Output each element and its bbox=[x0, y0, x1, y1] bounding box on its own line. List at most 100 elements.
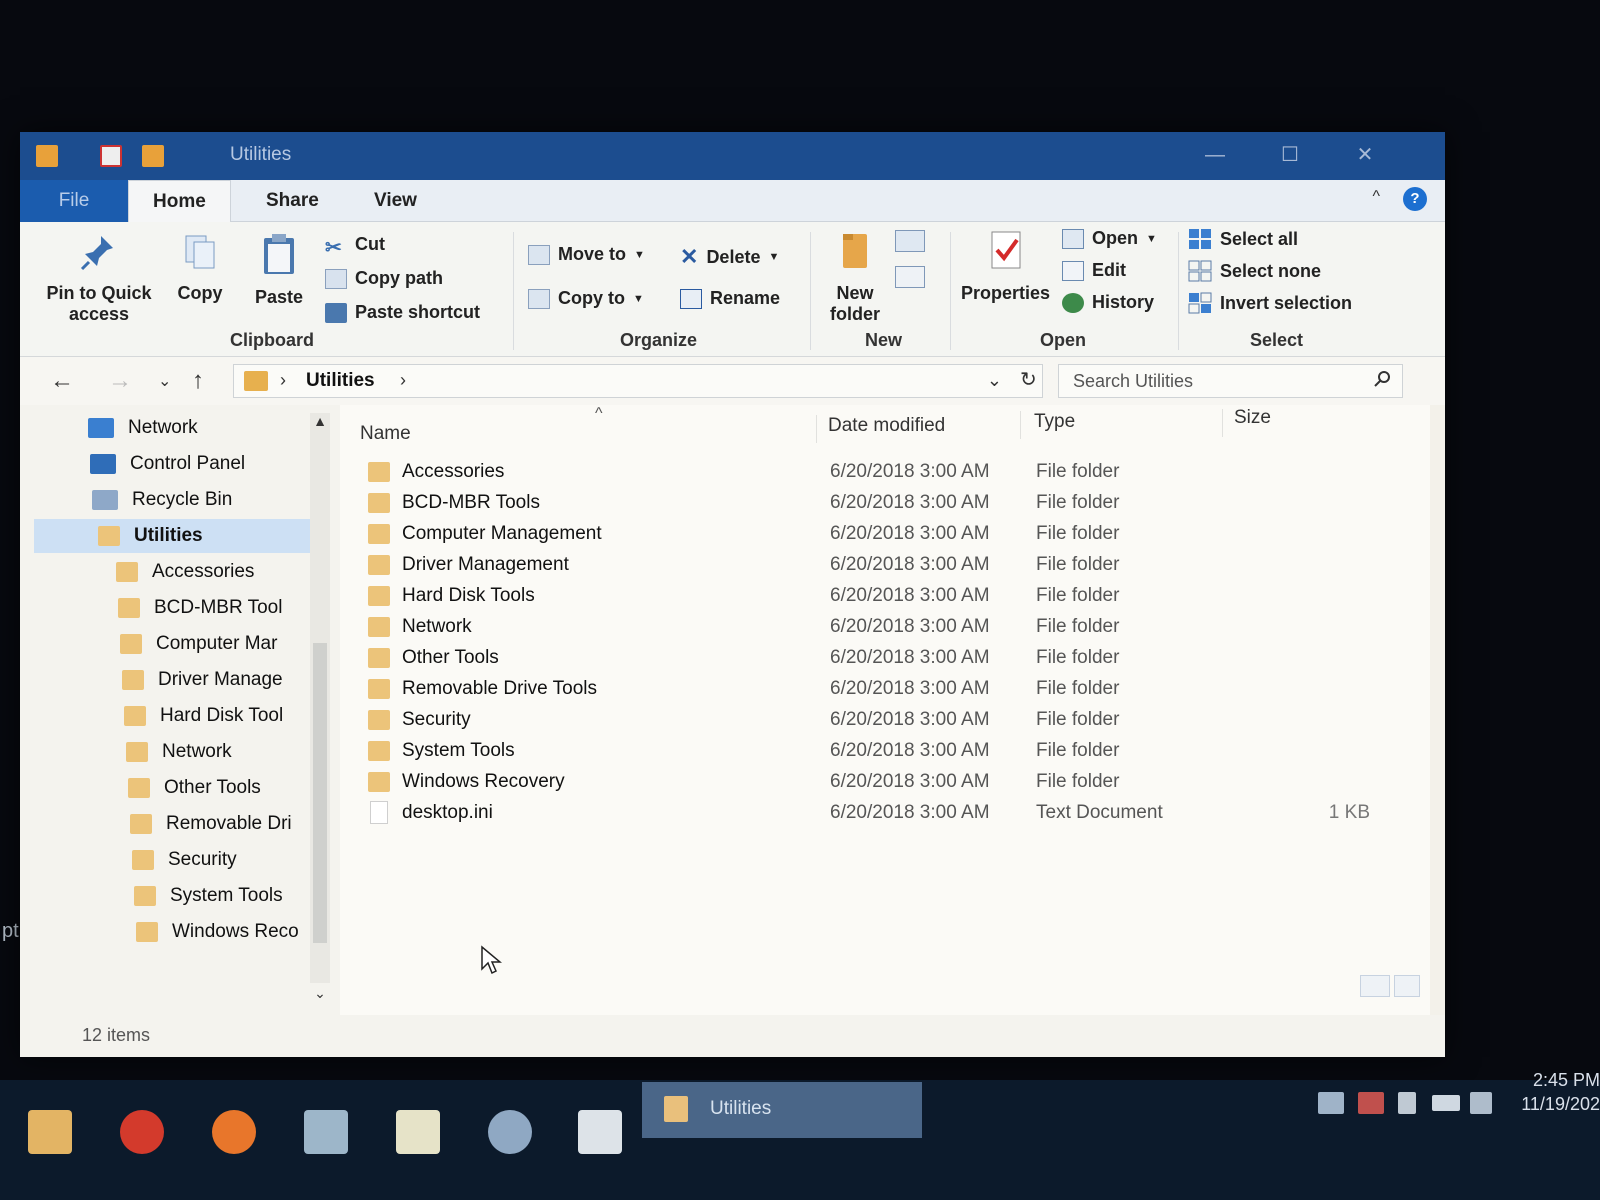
file-row[interactable]: Computer Management 6/20/2018 3:00 AM Fi… bbox=[340, 519, 1400, 549]
address-bar[interactable]: › Utilities › ⌄ bbox=[233, 364, 1043, 398]
snipping-tool-icon[interactable] bbox=[488, 1110, 532, 1154]
file-row[interactable]: Windows Recovery 6/20/2018 3:00 AM File … bbox=[340, 767, 1400, 797]
file-row[interactable]: Removable Drive Tools 6/20/2018 3:00 AM … bbox=[340, 674, 1400, 704]
column-separator[interactable] bbox=[1222, 409, 1223, 437]
nav-item-accessories[interactable]: Accessories bbox=[20, 555, 320, 589]
nav-item-bcd-mbr-tools[interactable]: BCD-MBR Tool bbox=[20, 591, 310, 625]
new-folder-button[interactable]: New folder bbox=[820, 228, 890, 325]
usb-tray-icon[interactable] bbox=[1398, 1092, 1416, 1114]
back-arrow-icon[interactable]: ← bbox=[50, 367, 74, 395]
file-explorer-taskbar-icon[interactable] bbox=[28, 1110, 72, 1154]
file-row[interactable]: Network 6/20/2018 3:00 AM File folder bbox=[340, 612, 1400, 642]
maximize-button[interactable]: ☐ bbox=[1270, 140, 1310, 170]
address-dropdown-icon[interactable]: ⌄ bbox=[987, 370, 1002, 391]
breadcrumb-chevron-icon[interactable]: › bbox=[280, 370, 286, 391]
copy-path-button[interactable]: Copy path bbox=[325, 268, 443, 289]
firefox-icon[interactable] bbox=[212, 1110, 256, 1154]
rename-button[interactable]: Rename bbox=[680, 288, 780, 309]
nav-item-removable-drive-tools[interactable]: Removable Dri bbox=[20, 807, 310, 841]
file-row[interactable]: desktop.ini 6/20/2018 3:00 AM Text Docum… bbox=[340, 798, 1400, 828]
clock[interactable]: 2:45 PM 11/19/202 bbox=[1510, 1068, 1600, 1116]
scrollbar-thumb[interactable] bbox=[313, 643, 327, 943]
nav-item-network-folder[interactable]: Network bbox=[20, 735, 320, 769]
file-row[interactable]: Hard Disk Tools 6/20/2018 3:00 AM File f… bbox=[340, 581, 1400, 611]
column-separator[interactable] bbox=[1020, 411, 1021, 439]
tab-view[interactable]: View bbox=[350, 180, 441, 222]
copy-to-button[interactable]: Copy to ▼ bbox=[528, 288, 644, 309]
battery-icon[interactable] bbox=[1432, 1095, 1460, 1111]
properties-quick-icon[interactable] bbox=[100, 145, 122, 167]
cut-button[interactable]: ✂ Cut bbox=[325, 234, 385, 259]
easy-access-icon[interactable] bbox=[895, 266, 925, 288]
notepad-icon[interactable] bbox=[396, 1110, 440, 1154]
ribbon-tabs: File Home Share View bbox=[20, 180, 1445, 222]
network-tray-icon[interactable] bbox=[1318, 1092, 1344, 1114]
nav-item-security[interactable]: Security bbox=[20, 843, 320, 877]
paste-shortcut-button[interactable]: Paste shortcut bbox=[325, 302, 480, 323]
ribbon-collapse-icon[interactable]: ^ bbox=[1372, 188, 1380, 206]
history-button[interactable]: History bbox=[1062, 292, 1154, 313]
refresh-icon[interactable]: ↻ bbox=[1020, 367, 1037, 392]
tab-file[interactable]: File bbox=[20, 180, 128, 222]
properties-button[interactable]: Properties bbox=[958, 228, 1053, 304]
file-row[interactable]: Driver Management 6/20/2018 3:00 AM File… bbox=[340, 550, 1400, 580]
nav-pane-scrollbar[interactable] bbox=[310, 413, 330, 983]
document-taskbar-icon[interactable] bbox=[578, 1110, 622, 1154]
navigation-pane: Network Control Panel Recycle Bin Utilit… bbox=[20, 405, 340, 1015]
nav-item-hard-disk-tools[interactable]: Hard Disk Tool bbox=[20, 699, 310, 733]
search-icon[interactable] bbox=[1374, 370, 1392, 388]
chrome-icon[interactable] bbox=[120, 1110, 164, 1154]
taskbar-utilities-window[interactable]: Utilities bbox=[642, 1082, 922, 1138]
select-all-button[interactable]: Select all bbox=[1188, 228, 1298, 250]
large-icons-view-button[interactable] bbox=[1394, 975, 1420, 997]
nav-item-label: Driver Manage bbox=[158, 669, 283, 690]
nav-item-network[interactable]: Network bbox=[20, 411, 320, 445]
nav-item-utilities[interactable]: Utilities bbox=[34, 519, 310, 553]
volume-icon[interactable] bbox=[1470, 1092, 1492, 1114]
up-arrow-icon[interactable]: ↑ bbox=[192, 367, 204, 395]
nav-item-control-panel[interactable]: Control Panel bbox=[20, 447, 320, 481]
file-row[interactable]: System Tools 6/20/2018 3:00 AM File fold… bbox=[340, 736, 1400, 766]
recent-locations-chevron-icon[interactable]: ⌄ bbox=[158, 371, 171, 391]
eraser-tool-icon[interactable] bbox=[304, 1110, 348, 1154]
file-row[interactable]: BCD-MBR Tools 6/20/2018 3:00 AM File fol… bbox=[340, 488, 1400, 518]
nav-item-driver-management[interactable]: Driver Manage bbox=[20, 663, 310, 697]
column-header-type[interactable]: Type bbox=[1034, 411, 1075, 433]
column-separator[interactable] bbox=[816, 415, 817, 443]
invert-selection-button[interactable]: Invert selection bbox=[1188, 292, 1352, 314]
open-button[interactable]: Open ▼ bbox=[1062, 228, 1157, 249]
edit-button[interactable]: Edit bbox=[1062, 260, 1126, 281]
close-button[interactable]: ✕ bbox=[1345, 140, 1385, 170]
details-view-button[interactable] bbox=[1360, 975, 1390, 997]
search-input[interactable]: Search Utilities bbox=[1058, 364, 1403, 398]
copy-button[interactable]: Copy bbox=[170, 232, 230, 304]
help-icon[interactable]: ? bbox=[1403, 187, 1427, 211]
file-row[interactable]: Accessories 6/20/2018 3:00 AM File folde… bbox=[340, 457, 1400, 487]
file-row[interactable]: Security 6/20/2018 3:00 AM File folder bbox=[340, 705, 1400, 735]
column-header-size[interactable]: Size bbox=[1234, 407, 1271, 429]
file-row[interactable]: Other Tools 6/20/2018 3:00 AM File folde… bbox=[340, 643, 1400, 673]
paste-button[interactable]: Paste bbox=[248, 232, 310, 308]
breadcrumb-chevron-icon[interactable]: › bbox=[400, 370, 406, 391]
minimize-button[interactable]: — bbox=[1195, 140, 1235, 170]
new-item-icon[interactable] bbox=[895, 230, 925, 252]
nav-item-other-tools[interactable]: Other Tools bbox=[20, 771, 320, 805]
column-header-date-modified[interactable]: Date modified bbox=[828, 415, 945, 437]
delete-button[interactable]: ✕ Delete ▼ bbox=[680, 244, 779, 270]
scroll-up-icon[interactable]: ▲ bbox=[310, 413, 330, 429]
nav-item-system-tools[interactable]: System Tools bbox=[20, 879, 320, 913]
tab-share[interactable]: Share bbox=[242, 180, 343, 222]
scroll-down-icon[interactable]: ⌄ bbox=[310, 985, 330, 1002]
nav-item-computer-management[interactable]: Computer Mar bbox=[20, 627, 310, 661]
display-tray-icon[interactable] bbox=[1358, 1092, 1384, 1114]
move-to-button[interactable]: Move to ▼ bbox=[528, 244, 645, 265]
tab-home[interactable]: Home bbox=[128, 180, 231, 222]
nav-item-recycle-bin[interactable]: Recycle Bin bbox=[20, 483, 320, 517]
pin-to-quick-access-button[interactable]: Pin to Quick access bbox=[34, 232, 164, 325]
new-folder-quick-icon[interactable] bbox=[142, 145, 164, 167]
forward-arrow-icon[interactable]: → bbox=[108, 367, 132, 395]
select-none-button[interactable]: Select none bbox=[1188, 260, 1321, 282]
nav-item-windows-recovery[interactable]: Windows Reco bbox=[20, 915, 310, 949]
breadcrumb-utilities[interactable]: Utilities bbox=[306, 370, 375, 392]
column-header-name[interactable]: Name bbox=[360, 423, 411, 445]
